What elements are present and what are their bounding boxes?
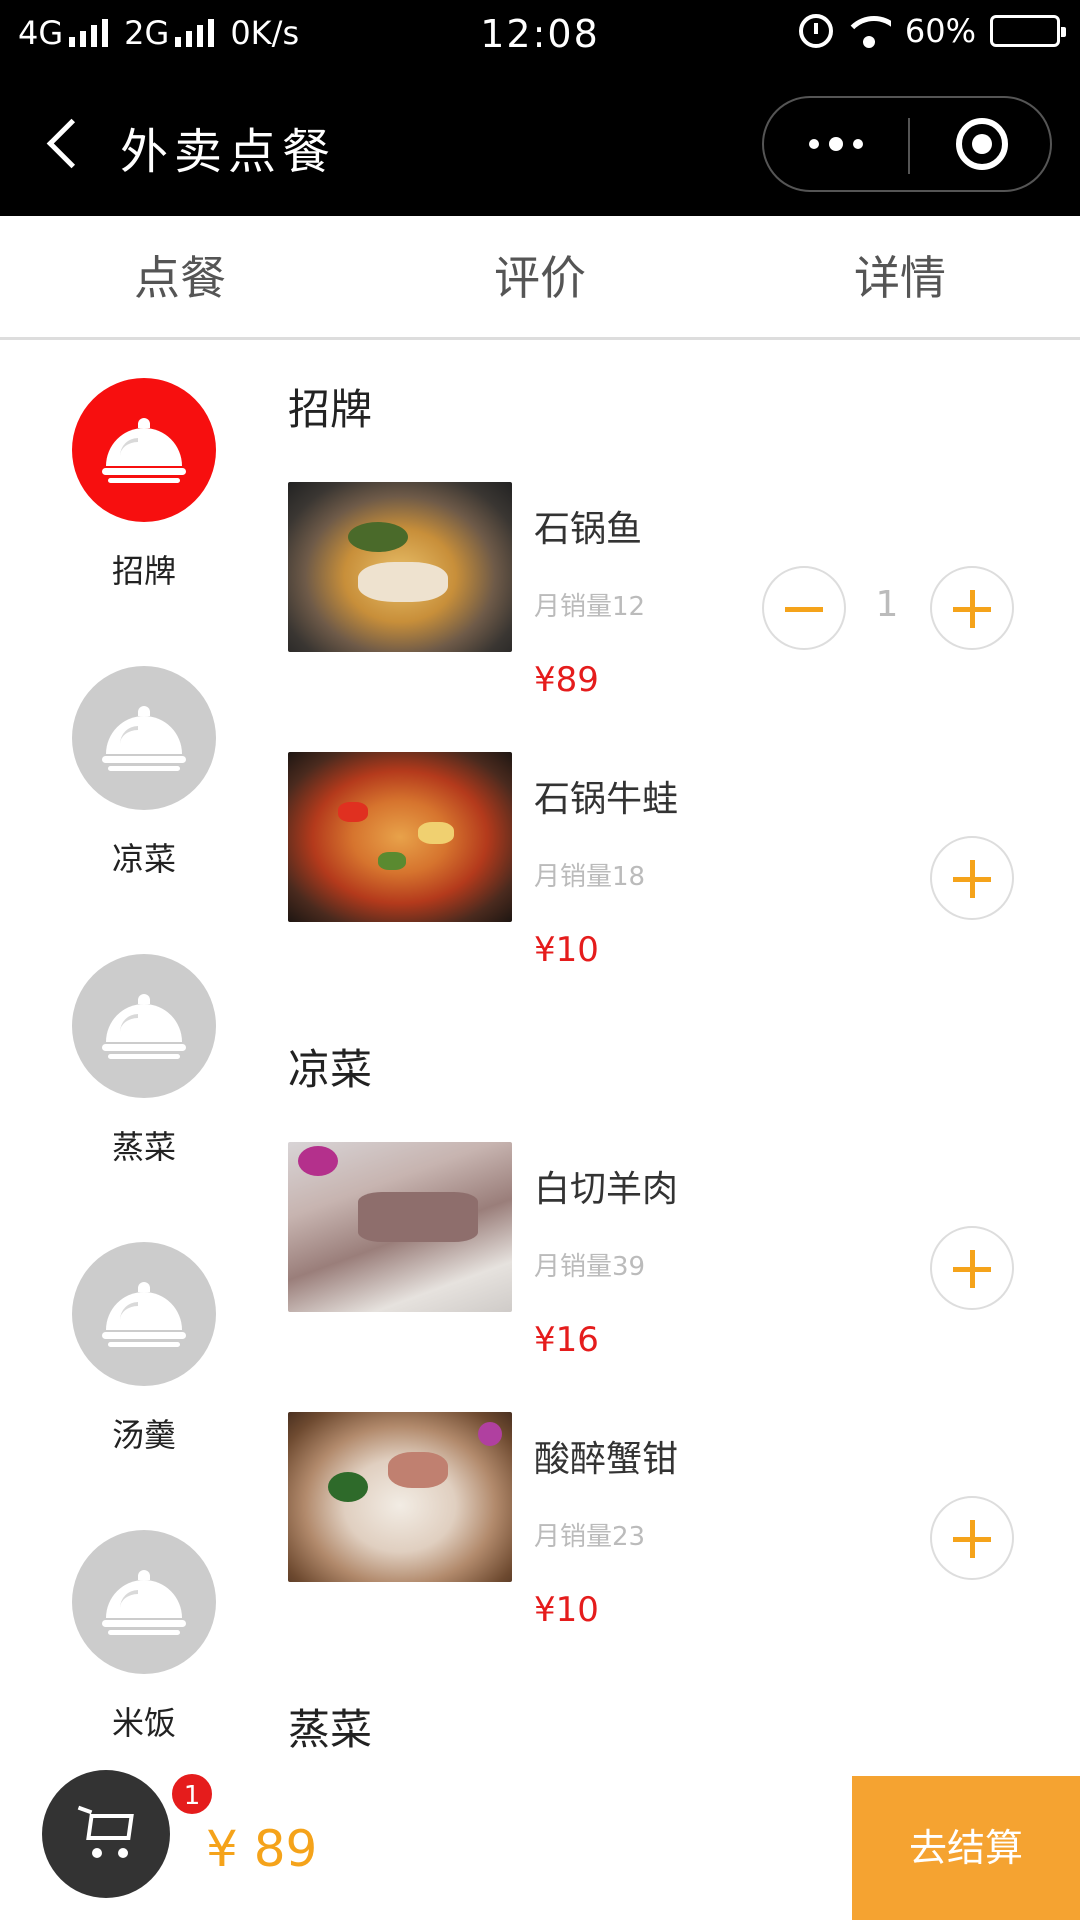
tab-order[interactable]: 点餐	[0, 216, 360, 337]
page-title: 外卖点餐	[120, 124, 337, 180]
checkout-button[interactable]: 去结算	[852, 1776, 1080, 1920]
decrease-quantity-button[interactable]	[762, 566, 846, 650]
section-title: 招牌	[288, 385, 373, 434]
dish-photo	[288, 1412, 512, 1582]
dish-price: ¥16	[534, 1320, 599, 1360]
category-circle	[72, 378, 216, 522]
category-circle	[72, 954, 216, 1098]
category-circle	[72, 666, 216, 810]
back-arrow-icon[interactable]	[40, 116, 90, 172]
dish-name: 石锅鱼	[534, 509, 643, 550]
add-to-cart-button[interactable]	[930, 566, 1014, 650]
dish-name: 白切羊肉	[534, 1169, 679, 1210]
cart-bar: 1 ¥ 89 去结算	[0, 1770, 1080, 1920]
sidebar-item-rice[interactable]: 米饭	[72, 1530, 216, 1744]
cart-count-badge: 1	[170, 1772, 214, 1816]
sidebar-item-label: 汤羹	[111, 1416, 176, 1454]
dish-sales: 月销量12	[534, 592, 646, 622]
dish-price: ¥10	[534, 1590, 599, 1630]
sidebar-item-label: 招牌	[111, 552, 176, 590]
add-to-cart-button[interactable]	[930, 836, 1014, 920]
section-title: 凉菜	[288, 1045, 373, 1094]
cart-total: ¥ 89	[206, 1820, 318, 1878]
cloche-icon	[102, 1282, 186, 1347]
wifi-icon	[846, 14, 891, 48]
miniprogram-capsule	[762, 96, 1052, 192]
tab-reviews[interactable]: 评价	[360, 216, 720, 337]
add-to-cart-button[interactable]	[930, 1496, 1014, 1580]
dish-sales: 月销量18	[534, 862, 646, 892]
sidebar-item-steamed[interactable]: 蒸菜	[72, 954, 216, 1168]
sidebar-item-label: 蒸菜	[111, 1128, 176, 1166]
alarm-icon	[798, 14, 833, 48]
tab-bar: 点餐 评价 详情	[0, 216, 1080, 340]
category-circle	[72, 1242, 216, 1386]
cloche-icon	[102, 418, 186, 483]
add-to-cart-button[interactable]	[930, 1226, 1014, 1310]
section-title: 蒸菜	[288, 1705, 373, 1754]
list-item: 白切羊肉 月销量39 ¥16	[288, 1142, 1080, 1372]
sidebar-item-label: 凉菜	[111, 840, 176, 878]
dish-photo	[288, 1142, 512, 1312]
list-item: 石锅鱼 月销量12 ¥89 1	[288, 482, 1080, 712]
quantity-value: 1	[875, 584, 899, 625]
status-bar: 4G 2G 0K/s 12:08 60%	[0, 0, 1080, 70]
sidebar-item-cold-dishes[interactable]: 凉菜	[72, 666, 216, 880]
category-circle	[72, 1530, 216, 1674]
list-item: 酸醉蟹钳 月销量23 ¥10	[288, 1412, 1080, 1642]
dish-photo	[288, 752, 512, 922]
cloche-icon	[102, 706, 186, 771]
list-item: 石锅牛蛙 月销量18 ¥10	[288, 752, 1080, 982]
dish-name: 酸醉蟹钳	[534, 1439, 679, 1480]
tab-details[interactable]: 详情	[720, 216, 1080, 337]
status-icons: 60%	[798, 12, 1066, 50]
cloche-icon	[102, 994, 186, 1059]
dish-name: 石锅牛蛙	[534, 779, 679, 820]
dish-photo	[288, 482, 512, 652]
sidebar-item-signature[interactable]: 招牌	[72, 378, 216, 592]
cart-icon	[77, 1805, 138, 1862]
battery-icon	[990, 15, 1066, 47]
sidebar-item-soup[interactable]: 汤羹	[72, 1242, 216, 1456]
dish-price: ¥10	[534, 930, 599, 970]
cloche-icon	[102, 1570, 186, 1635]
cart-button[interactable]	[42, 1770, 170, 1898]
more-icon[interactable]	[764, 98, 908, 190]
dish-sales: 月销量39	[534, 1252, 646, 1282]
nav-bar: 外卖点餐	[0, 70, 1080, 216]
sidebar-item-label: 米饭	[111, 1704, 176, 1742]
dish-sales: 月销量23	[534, 1522, 646, 1552]
close-target-icon[interactable]	[910, 98, 1054, 190]
dish-price: ¥89	[534, 660, 599, 700]
battery-percent: 60%	[904, 12, 976, 50]
